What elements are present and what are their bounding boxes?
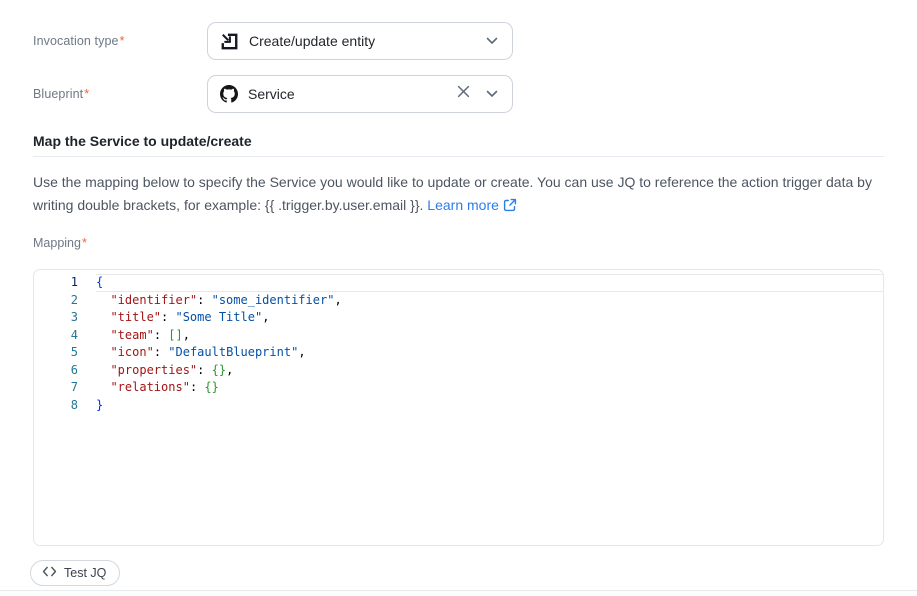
mapping-code-editor[interactable]: 1{2 "identifier": "some_identifier",3 "t… <box>33 269 884 546</box>
section-divider <box>33 156 884 157</box>
section-description: Use the mapping below to specify the Ser… <box>33 171 878 216</box>
required-asterisk: * <box>84 87 89 101</box>
line-number: 1 <box>34 274 78 292</box>
required-asterisk: * <box>120 34 125 48</box>
mapping-label: Mapping* <box>33 236 87 250</box>
chevron-down-icon[interactable] <box>486 32 498 50</box>
github-icon <box>220 85 238 103</box>
chevron-down-icon[interactable] <box>486 85 498 103</box>
line-number: 6 <box>34 362 78 380</box>
invocation-type-value: Create/update entity <box>249 33 476 49</box>
line-content: "title": "Some Title", <box>96 309 883 327</box>
blueprint-select[interactable]: Service <box>207 75 513 113</box>
code-line[interactable]: 1{ <box>34 274 883 292</box>
blueprint-label: Blueprint* <box>33 87 207 101</box>
line-number: 2 <box>34 292 78 310</box>
line-number: 3 <box>34 309 78 327</box>
line-content: } <box>96 397 883 415</box>
section-heading: Map the Service to update/create <box>33 133 252 149</box>
code-brackets-icon <box>42 566 57 580</box>
code-line[interactable]: 5 "icon": "DefaultBlueprint", <box>34 344 883 362</box>
line-content: "icon": "DefaultBlueprint", <box>96 344 883 362</box>
external-link-icon <box>503 196 517 219</box>
line-number: 7 <box>34 379 78 397</box>
code-line[interactable]: 3 "title": "Some Title", <box>34 309 883 327</box>
line-content: "team": [], <box>96 327 883 345</box>
code-line[interactable]: 7 "relations": {} <box>34 379 883 397</box>
code-line[interactable]: 6 "properties": {}, <box>34 362 883 380</box>
learn-more-link[interactable]: Learn more <box>427 194 517 217</box>
line-number: 8 <box>34 397 78 415</box>
blueprint-value: Service <box>248 86 447 102</box>
line-content: { <box>96 274 883 292</box>
line-number: 4 <box>34 327 78 345</box>
code-line[interactable]: 2 "identifier": "some_identifier", <box>34 292 883 310</box>
line-content: "identifier": "some_identifier", <box>96 292 883 310</box>
code-line[interactable]: 4 "team": [], <box>34 327 883 345</box>
code-lines: 1{2 "identifier": "some_identifier",3 "t… <box>34 274 883 414</box>
test-jq-button[interactable]: Test JQ <box>30 560 120 586</box>
line-content: "relations": {} <box>96 379 883 397</box>
blueprint-row: Blueprint* Service <box>33 75 513 113</box>
line-number: 5 <box>34 344 78 362</box>
bottom-edge-divider <box>0 590 917 596</box>
required-asterisk: * <box>82 236 87 250</box>
test-jq-label: Test JQ <box>64 566 106 580</box>
clear-x-icon[interactable] <box>457 85 470 103</box>
invocation-type-row: Invocation type* Create/update entity <box>33 22 513 60</box>
code-line[interactable]: 8} <box>34 397 883 415</box>
line-content: "properties": {}, <box>96 362 883 380</box>
invocation-type-select[interactable]: Create/update entity <box>207 22 513 60</box>
invocation-type-label: Invocation type* <box>33 34 207 48</box>
entity-create-update-icon <box>220 32 239 51</box>
